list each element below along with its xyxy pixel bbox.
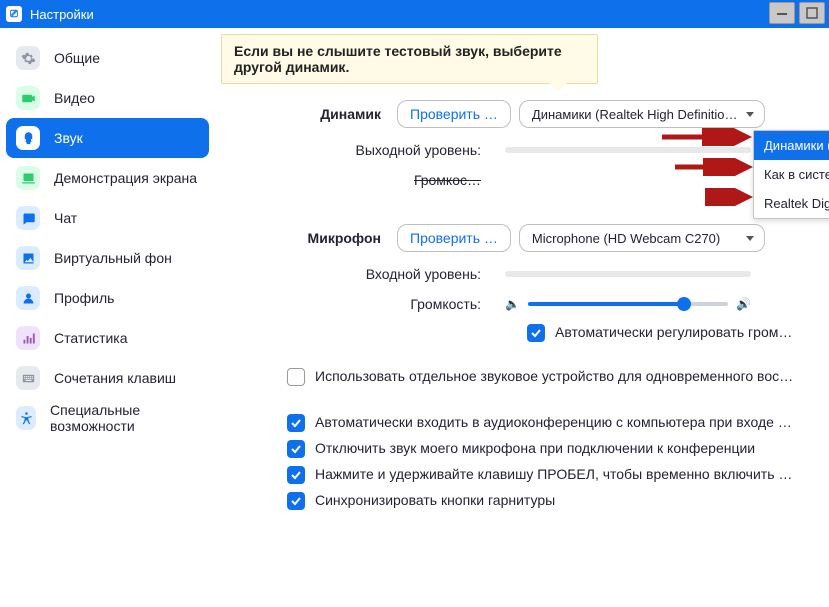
mute-on-join-checkbox[interactable] — [287, 440, 305, 458]
space-unmute-checkbox[interactable] — [287, 466, 305, 484]
window-title: Настройки — [30, 7, 94, 22]
speaker-section-label: Динамик — [221, 106, 381, 122]
stats-icon — [16, 326, 40, 350]
speaker-select-value: Динамики (Realtek High Definitio… — [532, 107, 738, 122]
volume-high-icon: 🔊 — [736, 297, 751, 311]
maximize-button[interactable] — [799, 2, 825, 24]
speaker-dropdown[interactable]: Динамики (Realtek High Definition Au… Ка… — [753, 130, 829, 219]
sidebar-item-5[interactable]: Виртуальный фон — [6, 238, 209, 278]
sidebar-item-4[interactable]: Чат — [6, 198, 209, 238]
sidebar-item-label: Общие — [54, 50, 100, 66]
accessibility-icon — [16, 406, 36, 430]
sidebar-item-label: Видео — [54, 90, 95, 106]
chat-icon — [16, 206, 40, 230]
sidebar-item-label: Звук — [54, 130, 83, 146]
annotation-arrow-3 — [705, 188, 753, 206]
mic-volume-slider[interactable] — [528, 302, 728, 306]
sidebar-item-8[interactable]: Сочетания клавиш — [6, 358, 209, 398]
sidebar-item-label: Демонстрация экрана — [54, 170, 197, 186]
separate-device-checkbox[interactable] — [287, 368, 305, 386]
speaker-select[interactable]: Динамики (Realtek High Definitio… — [519, 100, 765, 128]
output-level-label: Выходной уровень: — [221, 142, 481, 158]
speaker-option-0[interactable]: Динамики (Realtek High Definition Au… — [754, 131, 829, 160]
minimize-button[interactable] — [769, 2, 795, 24]
sidebar-item-9[interactable]: Специальные возможности — [6, 398, 209, 438]
sidebar-item-1[interactable]: Видео — [6, 78, 209, 118]
speaker-option-1[interactable]: Как в системе — [754, 160, 829, 189]
speaker-tooltip: Если вы не слышите тестовый звук, выбери… — [221, 34, 598, 84]
annotation-arrow-2 — [675, 158, 753, 176]
gear-icon — [16, 46, 40, 70]
profile-icon — [16, 286, 40, 310]
speaker-volume-label-struck: Громкос… — [414, 172, 481, 188]
share-icon — [16, 166, 40, 190]
sidebar: Общие Видео Звук Демонстрация экрана Чат Вирт… — [0, 28, 215, 607]
mute-on-join-label: Отключить звук моего микрофона при подкл… — [315, 440, 755, 456]
annotation-arrow-1 — [662, 128, 752, 146]
sidebar-item-label: Сочетания клавиш — [54, 370, 176, 386]
sidebar-item-3[interactable]: Демонстрация экрана — [6, 158, 209, 198]
sidebar-item-7[interactable]: Статистика — [6, 318, 209, 358]
content-pane: Если вы не слышите тестовый звук, выбери… — [215, 28, 829, 607]
test-speaker-button[interactable]: Проверить … — [397, 100, 511, 128]
volume-low-icon: 🔈 — [505, 297, 520, 311]
sync-headset-label: Синхронизировать кнопки гарнитуры — [315, 492, 555, 508]
video-icon — [16, 86, 40, 110]
input-level-meter — [505, 271, 751, 277]
mic-select[interactable]: Microphone (HD Webcam C270) — [519, 224, 765, 252]
sidebar-item-label: Чат — [54, 210, 77, 226]
input-level-label: Входной уровень: — [221, 266, 481, 282]
app-icon: ⎚ — [6, 6, 22, 22]
sidebar-item-0[interactable]: Общие — [6, 38, 209, 78]
auto-adjust-checkbox[interactable] — [527, 324, 545, 342]
sidebar-item-2[interactable]: Звук — [6, 118, 209, 158]
mic-volume-label: Громкость: — [221, 296, 481, 312]
sync-headset-checkbox[interactable] — [287, 492, 305, 510]
sidebar-item-label: Специальные возможности — [50, 402, 199, 434]
sidebar-item-label: Профиль — [54, 290, 114, 306]
auto-adjust-label: Автоматически регулировать гром… — [555, 324, 792, 340]
sidebar-item-label: Виртуальный фон — [54, 250, 172, 266]
test-mic-button[interactable]: Проверить … — [397, 224, 511, 252]
space-unmute-label: Нажмите и удерживайте клавишу ПРОБЕЛ, чт… — [315, 466, 795, 482]
audio-icon — [16, 126, 40, 150]
sidebar-item-6[interactable]: Профиль — [6, 278, 209, 318]
image-icon — [16, 246, 40, 270]
separate-device-label: Использовать отдельное звуковое устройст… — [315, 368, 795, 384]
keyboard-icon — [16, 366, 40, 390]
auto-join-audio-label: Автоматически входить в аудиоконференцию… — [315, 414, 795, 430]
auto-join-audio-checkbox[interactable] — [287, 414, 305, 432]
titlebar: ⎚ Настройки — [0, 0, 829, 28]
sidebar-item-label: Статистика — [54, 330, 128, 346]
output-level-meter — [505, 147, 751, 153]
mic-section-label: Микрофон — [221, 230, 381, 246]
speaker-option-2[interactable]: Realtek Digital Output (Realtek High D… — [754, 189, 829, 218]
mic-select-value: Microphone (HD Webcam C270) — [532, 231, 720, 246]
